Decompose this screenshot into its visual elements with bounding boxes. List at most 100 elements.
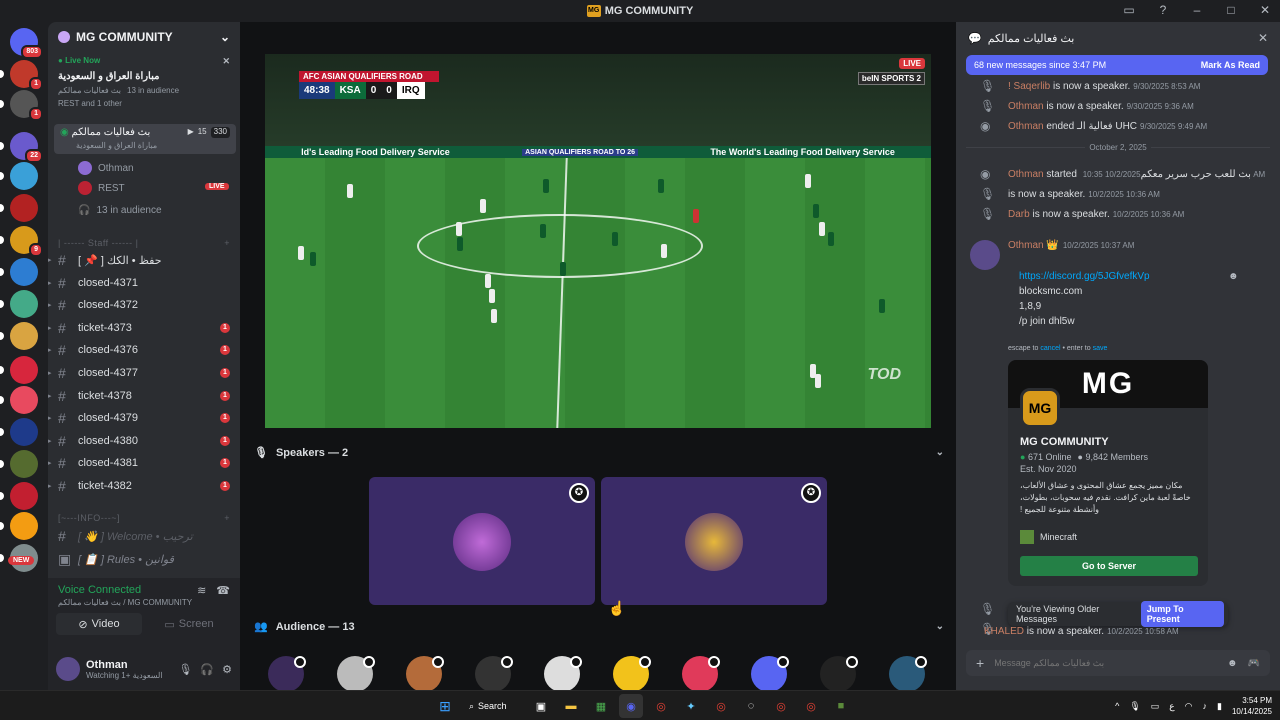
chrome-icon[interactable]: ◎ (799, 694, 823, 718)
speaker-tile[interactable]: ✪ (601, 477, 827, 605)
chrome-icon[interactable]: ◎ (709, 694, 733, 718)
noise-icon[interactable]: ≋ (197, 584, 206, 607)
battery-icon[interactable]: ▮ (1217, 701, 1222, 712)
speaker-tile[interactable]: ✪ (369, 477, 595, 605)
mark-as-read-button[interactable]: Mark As Read (1201, 60, 1260, 70)
server-icon[interactable] (10, 386, 38, 414)
app-icon[interactable]: ◌ (739, 694, 763, 718)
close-icon[interactable]: ✕ (1258, 31, 1268, 45)
category-info[interactable]: [~---INFO---~] + (58, 513, 230, 523)
player (347, 184, 353, 198)
cancel-link[interactable]: cancel (1040, 345, 1060, 352)
message-author[interactable]: Othman 👑 10/2/2025 10:37 AM (1008, 240, 1134, 251)
disconnect-icon[interactable]: ☎ (216, 584, 230, 607)
screen-share-button[interactable]: ▭ Screen (146, 613, 232, 635)
channel-welcome[interactable]: #[ 👋 ] Welcome • ترحيب (54, 526, 236, 546)
voice-user-othman[interactable]: Othman (78, 158, 134, 178)
server-icon[interactable] (10, 356, 38, 384)
server-icon[interactable] (10, 290, 38, 318)
taskbar-search[interactable]: ⌕ Search (463, 694, 523, 718)
discord-icon[interactable]: ◉ (619, 694, 643, 718)
channel-item[interactable]: ▸ # ticket-4373 1 (48, 318, 236, 338)
task-view-icon[interactable]: ▣ (529, 694, 553, 718)
maximize-icon[interactable]: □ (1224, 3, 1238, 17)
message-input[interactable] (994, 658, 1218, 668)
add-channel-icon[interactable]: + (224, 238, 230, 248)
video-button[interactable]: ⊘ Video (56, 613, 142, 635)
live-now-card[interactable]: ● Live Now ✕ مباراة العراق و السعودية بث … (54, 54, 234, 110)
close-icon[interactable]: ✕ (1258, 3, 1272, 17)
server-icon[interactable] (10, 322, 38, 350)
channel-item[interactable]: ▸ # closed-4381 1 (48, 453, 236, 473)
emoji-icon[interactable]: ☻ (1227, 658, 1238, 669)
file-explorer-icon[interactable]: ▬ (559, 694, 583, 718)
server-icon[interactable] (10, 450, 38, 478)
voice-audience[interactable]: 🎧 13 in audience (78, 200, 162, 220)
channel-item[interactable]: ▸ # [ 📌 ] حفظ • الكك (48, 250, 236, 270)
chevron-up-icon[interactable]: ^ (1115, 701, 1119, 711)
chrome-icon[interactable]: ◎ (649, 694, 673, 718)
activity-icon[interactable]: 🎮 (1248, 658, 1260, 669)
language-indicator[interactable]: ع (1169, 701, 1174, 712)
server-icon[interactable]: 22 (10, 132, 43, 163)
player (540, 224, 546, 238)
avatar[interactable] (970, 240, 1000, 270)
app-icon[interactable]: ✦ (679, 694, 703, 718)
close-icon[interactable]: ✕ (222, 56, 230, 67)
channel-rules[interactable]: ▣[ 📋 ] Rules • قوانين (54, 549, 236, 569)
microphone-icon[interactable]: 🎙 (1129, 701, 1140, 712)
direct-messages-button[interactable]: 803 (10, 28, 43, 59)
voice-connected-label[interactable]: Voice Connected (58, 584, 192, 596)
server-icon[interactable] (10, 512, 38, 540)
server-icon[interactable]: 1 (10, 90, 43, 121)
speakers-header[interactable]: 🎙 Speakers — 2 ⌄ (254, 446, 944, 460)
server-icon[interactable] (10, 162, 38, 190)
server-icon[interactable] (10, 482, 38, 510)
add-attachment-icon[interactable]: + (976, 655, 984, 671)
help-icon[interactable]: ? (1156, 3, 1170, 17)
chrome-icon[interactable]: ◎ (769, 694, 793, 718)
emoji-icon[interactable]: ☻ (1228, 271, 1239, 282)
settings-icon[interactable]: ⚙ (222, 663, 232, 676)
message-link[interactable]: https://discord.gg/5JGfvefkVp (1019, 271, 1150, 282)
channel-item[interactable]: ▸ # closed-4372 (48, 295, 236, 315)
microphone-icon[interactable]: 🎙 (178, 663, 192, 676)
save-link[interactable]: save (1093, 345, 1108, 352)
server-icon[interactable]: 9 (10, 226, 43, 257)
channel-item[interactable]: ▸ # closed-4377 1 (48, 363, 236, 383)
windows-start-icon[interactable]: ⊞ (433, 694, 457, 718)
minimize-icon[interactable]: – (1190, 3, 1204, 17)
stream-video[interactable]: ld's Leading Food Delivery Service ASIAN… (265, 54, 931, 428)
voice-channel-active[interactable]: ◉ بث فعاليات ممالكم ▶ 15 330 مباراة العراق… (54, 124, 236, 154)
go-to-server-button[interactable]: Go to Server (1020, 556, 1198, 576)
channel-item[interactable]: ▸ # closed-4371 (48, 273, 236, 293)
unread-badge: 1 (220, 368, 230, 378)
avatar[interactable] (56, 657, 80, 681)
category-staff[interactable]: | ------ Staff ------ | + (58, 238, 230, 248)
wifi-icon[interactable]: ◠ (1185, 701, 1193, 712)
chevron-down-icon[interactable]: ⌄ (936, 621, 944, 632)
chevron-down-icon[interactable]: ⌄ (220, 30, 230, 44)
channel-item[interactable]: ▸ # closed-4379 1 (48, 408, 236, 428)
new-messages-bar[interactable]: 68 new messages since 3:47 PM Mark As Re… (966, 55, 1268, 75)
volume-icon[interactable]: ♪ (1203, 701, 1208, 711)
audience-header[interactable]: 👥 Audience — 13 ⌄ (254, 620, 944, 634)
clock[interactable]: 3:54 PM 10/14/2025 (1232, 695, 1272, 717)
channel-item[interactable]: ▸ # closed-4376 1 (48, 340, 236, 360)
server-icon[interactable] (10, 258, 38, 286)
chevron-down-icon[interactable]: ⌄ (936, 447, 944, 458)
server-icon[interactable] (10, 418, 38, 446)
inbox-icon[interactable]: ▭ (1122, 3, 1136, 17)
channel-item[interactable]: ▸ # closed-4380 1 (48, 431, 236, 451)
headphones-icon[interactable]: 🎧 (200, 663, 214, 676)
server-icon[interactable]: 1 (10, 60, 43, 91)
channel-item[interactable]: ▸ # ticket-4378 1 (48, 386, 236, 406)
minecraft-icon[interactable]: ■ (829, 694, 853, 718)
display-icon[interactable]: ▭ (1151, 701, 1160, 712)
jump-to-present-button[interactable]: Jump To Present (1140, 601, 1224, 627)
server-header[interactable]: MG COMMUNITY ⌄ (48, 22, 240, 52)
server-icon[interactable] (10, 194, 38, 222)
channel-item[interactable]: ▸ # ticket-4382 1 (48, 476, 236, 496)
app-icon[interactable]: ▦ (589, 694, 613, 718)
add-channel-icon[interactable]: + (224, 513, 230, 523)
